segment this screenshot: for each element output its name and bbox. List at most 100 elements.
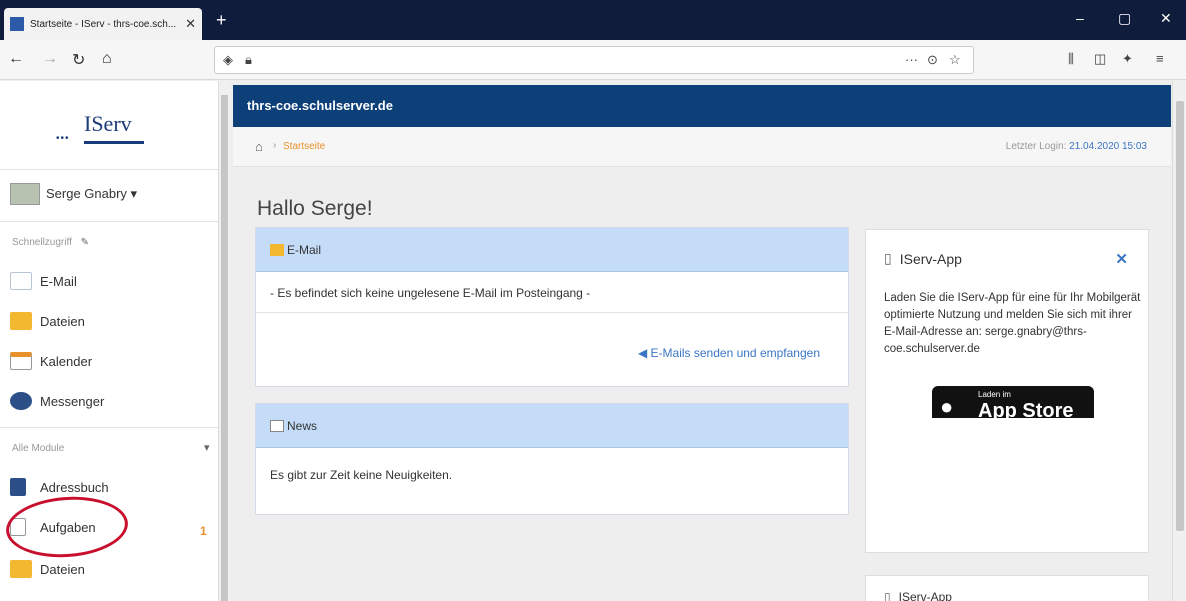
iserv-sidebar: ••• IServ Serge Gnabry ▾ Schnellzugriff … [0,81,218,601]
iserv-logo[interactable]: ••• IServ [56,109,156,151]
panel-divider [256,312,848,313]
iserv-app-description: Laden Sie die IServ-App für eine für Ihr… [884,292,1141,355]
home-icon[interactable]: ⌂ [255,139,263,154]
iserv-app-title: ▯ IServ-App [884,250,962,267]
quick-access-label: Schnellzugriff [12,237,72,248]
sidebar-item-messenger[interactable]: Messenger [10,389,104,413]
close-icon[interactable]: ✕ [1115,250,1128,268]
menu-icon[interactable]: ≡ [1156,51,1164,66]
tasks-count-badge: 1 [200,524,207,538]
sidebar-item-label: Dateien [40,561,85,577]
addressbook-icon [10,478,26,496]
page-title: Hallo Serge! [257,197,373,220]
messenger-icon [10,392,32,410]
send-icon: ◀ [637,346,651,360]
news-icon [270,419,284,432]
email-panel-header: E-Mail [256,228,848,272]
new-tab-icon[interactable]: + [216,10,227,31]
main-content: thrs-coe.schulserver.de ⌂ › Startseite L… [231,81,1172,601]
browser-tab-bar: Startseite - IServ - thrs-coe.sch... ✕ +… [0,0,1186,40]
app-store-button[interactable]: ● Laden im App Store [932,386,1094,418]
logo-underline [84,141,144,144]
apple-icon: ● [940,394,954,418]
chevron-down-icon[interactable]: ▾ [204,441,210,454]
app-store-big-text: App Store [978,400,1074,418]
breadcrumb-startseite[interactable]: Startseite [283,141,325,152]
breadcrumb-separator: › [273,140,277,151]
shield-icon[interactable]: ◈ [223,52,233,68]
iserv-app-title: ▯ IServ-App [884,590,952,601]
news-panel-message: Es gibt zur Zeit keine Neuigkeiten. [270,468,453,482]
forward-icon[interactable]: → [42,50,58,68]
minimize-icon[interactable]: – [1076,10,1084,26]
user-name: Serge Gnabry ▾ [46,186,138,201]
sidebar-divider [0,221,218,222]
all-modules-heading[interactable]: Alle Module [12,443,64,454]
iserv-app-title-text: IServ-App [898,590,952,601]
last-login-value[interactable]: 21.04.2020 15:03 [1069,141,1147,152]
breadcrumb: ⌂ › Startseite Letzter Login: 21.04.2020… [233,127,1171,167]
more-actions-icon[interactable]: ··· [905,52,918,67]
iserv-app-panel: ▯ IServ-App ✕ Laden Sie die IServ-App fü… [865,229,1149,553]
sidebar-item-label: E-Mail [40,273,77,289]
sidebar-item-email[interactable]: E-Mail [10,269,77,293]
news-panel-title: News [287,418,318,433]
scrollbar-thumb[interactable] [1176,101,1184,531]
extension-icon[interactable]: ✦ [1122,51,1133,67]
folder-icon [10,560,32,578]
home-icon[interactable]: ⌂ [102,50,112,68]
iserv-app-title-text: IServ-App [899,250,962,267]
reload-icon[interactable]: ↻ [72,50,85,70]
phone-icon: ▯ [884,250,892,266]
sidebar-item-addressbook[interactable]: Adressbuch [10,475,109,499]
logo-dots: ••• [56,133,70,144]
window-close-icon[interactable]: ✕ [1160,10,1172,27]
logo-text: IServ [84,111,132,136]
back-icon[interactable]: ← [8,50,24,68]
email-panel-title: E-Mail [287,242,322,257]
email-panel: E-Mail - Es befindet sich keine ungelese… [255,227,849,387]
browser-tab[interactable]: Startseite - IServ - thrs-coe.sch... ✕ [4,8,202,40]
sidebar-item-calendar[interactable]: Kalender [10,349,92,373]
annotation-circle [4,492,130,562]
phone-icon: ▯ [884,590,891,601]
news-panel: News Es gibt zur Zeit keine Neuigkeiten. [255,403,849,515]
iserv-favicon-icon [10,17,24,31]
sidebar-item-label: Messenger [40,393,105,409]
app-store-small-text: Laden im [978,390,1011,399]
pocket-icon[interactable]: ⊙ [927,52,938,68]
sidebar-item-label: Dateien [40,313,85,329]
sidebar-item-files-module[interactable]: Dateien [10,557,85,581]
sidebar-item-label: Adressbuch [40,479,109,495]
maximize-icon[interactable]: ▢ [1118,10,1131,27]
envelope-icon [10,272,32,290]
scrollbar-thumb[interactable] [221,95,228,601]
tab-close-icon[interactable]: ✕ [185,16,196,32]
url-bar[interactable]: ◈ 🔒︎ ··· ⊙ ☆ [214,46,974,74]
user-menu[interactable]: Serge Gnabry ▾ [10,183,137,205]
calendar-icon [10,352,32,370]
lock-icon[interactable]: 🔒︎ [245,52,252,68]
quick-access-heading: Schnellzugriff ✎ [12,237,89,248]
sidebar-item-files[interactable]: Dateien [10,309,85,333]
site-header[interactable]: thrs-coe.schulserver.de [233,85,1171,127]
bookmark-star-icon[interactable]: ☆ [949,52,961,68]
edit-pencil-icon[interactable]: ✎ [81,237,89,248]
sidebar-toggle-icon[interactable]: ◫ [1094,51,1106,67]
email-send-receive-link[interactable]: ◀ E-Mails senden und empfangen [638,346,820,360]
last-login: Letzter Login: 21.04.2020 15:03 [1006,141,1147,152]
sidebar-scrollbar[interactable] [218,81,230,601]
sidebar-divider [0,427,218,428]
sidebar-divider [0,169,218,170]
iserv-app-panel-secondary: ▯ IServ-App [865,575,1149,601]
page-scrollbar[interactable] [1172,81,1186,601]
last-login-label: Letzter Login: [1005,141,1070,152]
news-panel-header: News [256,404,848,448]
envelope-icon [270,243,284,256]
email-panel-message: - Es befindet sich keine ungelesene E-Ma… [270,286,591,300]
tab-title: Startseite - IServ - thrs-coe.sch... [30,18,177,30]
browser-nav-bar: ← → ↻ ⌂ ◈ 🔒︎ ··· ⊙ ☆ ⫼ ◫ ✦ ≡ [0,40,1186,80]
email-link-label: E-Mails senden und empfangen [650,346,820,360]
sidebar-item-label: Kalender [40,353,93,369]
library-icon[interactable]: ⫼ [1068,51,1074,67]
